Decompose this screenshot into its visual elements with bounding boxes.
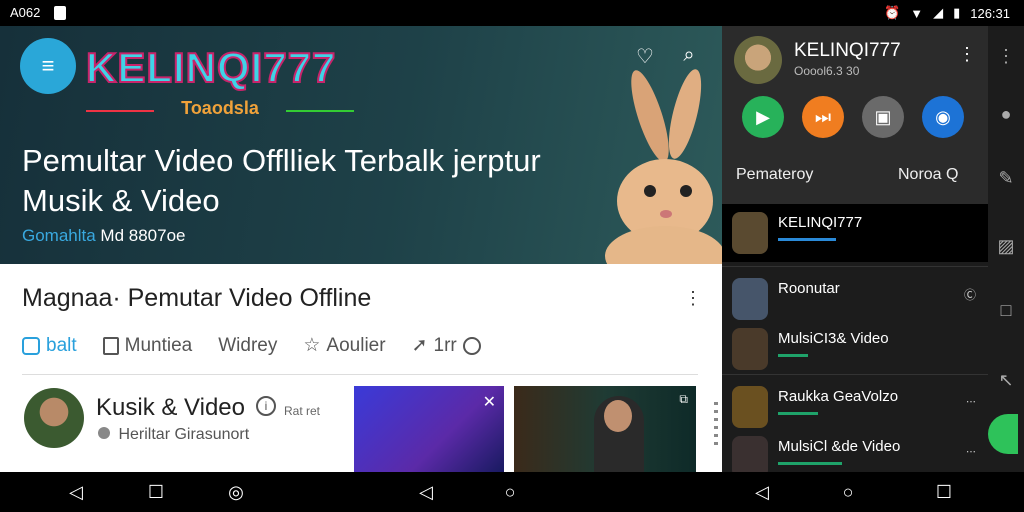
- home-icon[interactable]: ○: [838, 482, 858, 502]
- back-icon[interactable]: ↖: [994, 368, 1018, 392]
- tab-divider: [22, 374, 698, 375]
- more-options-icon[interactable]: ⋮: [684, 288, 702, 309]
- battery-icon: ▮: [953, 5, 961, 20]
- content-section: Magnaa· Pemutar Video Offline ⋮ balt Mun…: [0, 264, 722, 472]
- item-title: Roonutar: [778, 280, 840, 297]
- target-button[interactable]: ◉: [922, 96, 964, 138]
- status-bar: A062 ⏰ ▼ ◢ ▮ 126:31: [0, 0, 1024, 26]
- back-icon[interactable]: ◁: [66, 482, 86, 502]
- tab-bar: balt Muntiea Widrey ☆ Aoulier ➚ 1rr: [22, 334, 481, 357]
- hero-banner: ≡ KELINQI777 Toaodsla ♡ ⌕ Pemultar Video…: [0, 26, 722, 264]
- close-icon[interactable]: ✕: [483, 392, 496, 412]
- item-menu[interactable]: ∙∙∙: [966, 394, 976, 408]
- panel-label-left[interactable]: Pemateroy: [736, 166, 813, 184]
- share-icon: ➚: [411, 335, 428, 356]
- target-icon: ◉: [935, 106, 951, 127]
- section-title: Magnaa· Pemutar Video Offline: [22, 284, 372, 312]
- pencil-icon[interactable]: ✎: [994, 166, 1018, 190]
- avatar[interactable]: [24, 388, 84, 448]
- avatar[interactable]: [734, 36, 782, 84]
- save-button[interactable]: ▣: [862, 96, 904, 138]
- video-thumbnail[interactable]: ✕: [354, 386, 504, 472]
- status-text: A062: [10, 5, 41, 20]
- clock: 126:31: [970, 5, 1010, 21]
- save-icon: ▣: [874, 106, 892, 127]
- progress-bar: [778, 462, 842, 465]
- logo-tagline: Toaodsla: [86, 98, 354, 119]
- info-icon[interactable]: i: [256, 396, 276, 416]
- channel-subtitle: Heriltar Girasunort: [98, 426, 249, 444]
- user-icon: [98, 427, 110, 439]
- cast-icon[interactable]: ⧉: [679, 392, 688, 407]
- next-button[interactable]: ⏭: [802, 96, 844, 138]
- alarm-icon: ⏰: [884, 5, 901, 20]
- square-icon[interactable]: □: [994, 298, 1018, 322]
- tab-widrey[interactable]: Widrey: [218, 335, 277, 357]
- badge-icon: [22, 336, 40, 355]
- scroll-indicator[interactable]: [714, 402, 718, 448]
- edit-icon[interactable]: ▨: [994, 234, 1018, 258]
- item-menu[interactable]: ∙∙∙: [966, 444, 976, 458]
- recents-icon[interactable]: ☐: [934, 482, 954, 502]
- channel-meta: Rat ret: [284, 404, 321, 418]
- tab-balt[interactable]: balt: [22, 335, 77, 357]
- navigation-bar: ◁ ☐ ◎ ◁ ○ ◁ ○ ☐: [0, 472, 1024, 512]
- side-panel: KELINQI777 Ooool6.3 30 ⋮ ▶ ⏭ ▣ ◉ Pemater…: [722, 26, 988, 478]
- panel-subtitle: Ooool6.3 30: [794, 64, 860, 78]
- video-thumbnail[interactable]: ⧉: [514, 386, 696, 472]
- hero-headline: Pemultar Video Offlliek Terbalk jerptur …: [22, 143, 541, 218]
- list-item[interactable]: KELINQI777: [722, 204, 988, 262]
- settings-icon[interactable]: ◎: [226, 482, 246, 502]
- star-icon: ☆: [303, 335, 321, 356]
- panel-label-right[interactable]: Noroa Q: [898, 166, 958, 184]
- edge-rail: ⋮ ● ✎ ▨ □ ↖: [988, 26, 1024, 472]
- back-icon[interactable]: ◁: [416, 482, 436, 502]
- channel-name[interactable]: Kusik & Video: [96, 394, 245, 422]
- item-thumbnail: [732, 278, 768, 320]
- wifi-icon: ▼: [910, 5, 924, 21]
- item-title: KELINQI777: [778, 214, 863, 231]
- rabbit-illustration: [605, 69, 722, 264]
- notification-icon: [54, 5, 67, 20]
- person-face: [604, 400, 632, 432]
- progress-bar: [778, 238, 836, 241]
- home-icon[interactable]: ○: [500, 482, 520, 502]
- item-thumbnail: [732, 328, 768, 370]
- item-title: MulsiCI3& Video: [778, 330, 889, 347]
- video-app: ≡ KELINQI777 Toaodsla ♡ ⌕ Pemultar Video…: [0, 26, 722, 472]
- panel-title: KELINQI777: [794, 40, 901, 61]
- progress-bar: [778, 354, 808, 357]
- item-thumbnail: [732, 386, 768, 428]
- hero-subtitle: Gomahlta Md 8807oe: [22, 226, 186, 245]
- tab-share[interactable]: ➚ 1rr: [412, 334, 481, 357]
- play-icon: ▶: [756, 106, 770, 127]
- divider: [722, 266, 988, 267]
- item-title: Raukka GeaVolzo: [778, 388, 899, 405]
- signal-icon: ◢: [933, 5, 944, 20]
- tab-muntiea[interactable]: Muntiea: [102, 335, 192, 357]
- more-options-icon[interactable]: ⋮: [958, 44, 976, 65]
- next-icon: ⏭: [814, 106, 832, 127]
- more-options-icon[interactable]: ⋮: [994, 44, 1018, 68]
- item-thumbnail: [732, 212, 768, 254]
- tab-aoulier[interactable]: ☆ Aoulier: [303, 334, 385, 357]
- play-button[interactable]: ▶: [742, 96, 784, 138]
- info-circle-icon: [462, 336, 481, 355]
- panel-header: KELINQI777 Ooool6.3 30 ⋮ ▶ ⏭ ▣ ◉ Pemater…: [722, 26, 988, 204]
- progress-bar: [778, 412, 818, 415]
- divider: [722, 374, 988, 375]
- list-item[interactable]: MulsiCI3& Video: [722, 320, 988, 378]
- chat-icon[interactable]: ●: [994, 102, 1018, 126]
- recents-icon[interactable]: ☐: [146, 482, 166, 502]
- item-badge[interactable]: Ⓒ: [964, 286, 976, 303]
- app-logo: KELINQI777: [85, 43, 337, 92]
- bookmark-icon: [102, 336, 119, 355]
- item-title: MulsiCl &de Video: [778, 438, 901, 455]
- menu-icon[interactable]: ≡: [20, 38, 76, 94]
- back-icon[interactable]: ◁: [752, 482, 772, 502]
